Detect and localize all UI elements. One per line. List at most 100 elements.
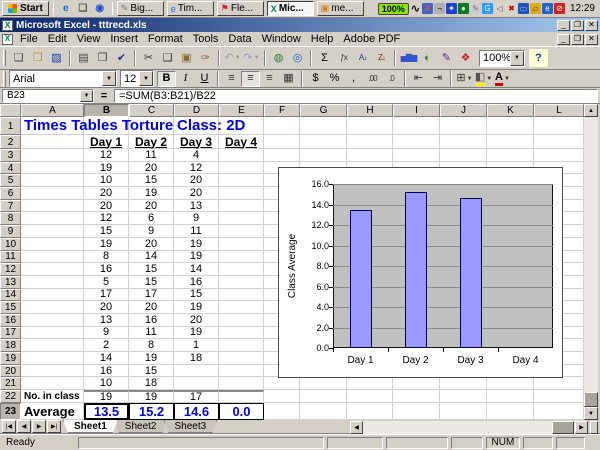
- cell-D21[interactable]: [174, 377, 219, 390]
- row-header-8[interactable]: 8: [0, 212, 21, 225]
- title-bar[interactable]: X Microsoft Excel - tttrecd.xls _❐✕: [0, 18, 600, 32]
- embedded-chart[interactable]: 0.02.04.06.08.010.012.014.016.0Day 1Day …: [278, 167, 563, 378]
- cell-D17[interactable]: 19: [174, 327, 219, 340]
- save-icon[interactable]: ▨: [47, 49, 66, 67]
- cell-A16[interactable]: [21, 314, 84, 327]
- font-name-combo[interactable]: Arial ▼: [9, 70, 117, 87]
- cell-L22[interactable]: [534, 390, 584, 403]
- cell-C4[interactable]: 20: [129, 162, 174, 175]
- cell-C10[interactable]: 20: [129, 238, 174, 251]
- row-header-22[interactable]: 22: [0, 390, 21, 403]
- menu-adobe-pdf[interactable]: Adobe PDF: [338, 33, 405, 45]
- cell-E12[interactable]: [219, 263, 264, 276]
- scroll-left-icon[interactable]: ◀: [350, 421, 363, 434]
- cell-B11[interactable]: 8: [84, 251, 129, 264]
- paste-function-icon[interactable]: ƒx: [334, 49, 353, 67]
- cell-D7[interactable]: 13: [174, 200, 219, 213]
- cell-C14[interactable]: 17: [129, 289, 174, 302]
- cell-A19[interactable]: [21, 352, 84, 365]
- cell-G2[interactable]: [300, 135, 347, 149]
- menu-tools[interactable]: Tools: [188, 33, 224, 45]
- cell-J3[interactable]: [440, 149, 487, 162]
- cell-K22[interactable]: [487, 390, 534, 403]
- column-header-J[interactable]: J: [440, 104, 487, 117]
- cell-H3[interactable]: [347, 149, 393, 162]
- row-header-9[interactable]: 9: [0, 225, 21, 238]
- cell-E23[interactable]: 0.0: [219, 403, 264, 420]
- cell-K23[interactable]: [487, 403, 534, 420]
- cell-L23[interactable]: [534, 403, 584, 420]
- row-header-3[interactable]: 3: [0, 149, 21, 162]
- cell-D20[interactable]: [174, 365, 219, 378]
- horizontal-scrollbar[interactable]: ◀ ▶: [350, 421, 588, 434]
- cell-B17[interactable]: 9: [84, 327, 129, 340]
- chevron-down-icon[interactable]: ▼: [235, 55, 241, 61]
- cell-B13[interactable]: 5: [84, 276, 129, 289]
- column-header-F[interactable]: F: [264, 104, 300, 117]
- cell-J22[interactable]: [440, 390, 487, 403]
- cell-H21[interactable]: [347, 377, 393, 390]
- cell-C13[interactable]: 15: [129, 276, 174, 289]
- cell-D15[interactable]: 19: [174, 301, 219, 314]
- cell-A6[interactable]: [21, 187, 84, 200]
- column-header-E[interactable]: E: [219, 104, 264, 117]
- network-error-icon[interactable]: ✗: [422, 3, 433, 14]
- cell-A21[interactable]: [21, 377, 84, 390]
- cell-D1[interactable]: Class: 2D: [174, 117, 219, 135]
- scroll-down-icon[interactable]: ▼: [584, 407, 598, 420]
- start-button[interactable]: Start: [2, 1, 49, 16]
- minimize-button[interactable]: _: [557, 20, 570, 31]
- internet-explorer-icon[interactable]: e: [58, 1, 74, 16]
- cell-B19[interactable]: 14: [84, 352, 129, 365]
- cell-G3[interactable]: [300, 149, 347, 162]
- menu-file[interactable]: File: [15, 33, 43, 45]
- cell-K2[interactable]: [487, 135, 534, 149]
- align-center-icon[interactable]: ≡: [241, 71, 260, 87]
- chevron-down-icon[interactable]: ▼: [139, 71, 153, 86]
- row-header-13[interactable]: 13: [0, 276, 21, 289]
- menu-window[interactable]: Window: [257, 33, 306, 45]
- print-icon[interactable]: ▤: [74, 49, 93, 67]
- cell-C23[interactable]: 15.2: [129, 403, 174, 420]
- formula-input[interactable]: =SUM(B3:B21)/B22: [114, 89, 598, 103]
- cell-A1[interactable]: Times Tables Torture: [21, 117, 84, 135]
- cell-B12[interactable]: 16: [84, 263, 129, 276]
- cell-H1[interactable]: [347, 117, 393, 135]
- row-header-6[interactable]: 6: [0, 187, 21, 200]
- row-header-5[interactable]: 5: [0, 174, 21, 187]
- increase-decimal-icon[interactable]: .00: [363, 71, 382, 87]
- cell-H2[interactable]: [347, 135, 393, 149]
- cell-I23[interactable]: [393, 403, 440, 420]
- cell-A14[interactable]: [21, 289, 84, 302]
- insert-hyperlink-icon[interactable]: ◍: [269, 49, 288, 67]
- merge-center-icon[interactable]: ▦: [279, 71, 298, 87]
- column-header-G[interactable]: G: [300, 104, 347, 117]
- cell-A3[interactable]: [21, 149, 84, 162]
- row-header-1[interactable]: 1: [0, 117, 21, 135]
- row-header-7[interactable]: 7: [0, 200, 21, 213]
- cell-C21[interactable]: 18: [129, 377, 174, 390]
- cell-B20[interactable]: 16: [84, 365, 129, 378]
- cell-A13[interactable]: [21, 276, 84, 289]
- quicktime-icon[interactable]: G: [482, 3, 493, 14]
- bluetooth-icon[interactable]: ✦: [446, 3, 457, 14]
- cell-F3[interactable]: [264, 149, 300, 162]
- cell-D2[interactable]: Day 3: [174, 135, 219, 149]
- vertical-scroll-thumb[interactable]: [584, 392, 598, 407]
- cell-D9[interactable]: 11: [174, 225, 219, 238]
- cell-K21[interactable]: [487, 377, 534, 390]
- cell-E16[interactable]: [219, 314, 264, 327]
- sheet-tab-sheet2[interactable]: Sheet2: [114, 420, 168, 433]
- toolbar-grip[interactable]: [3, 50, 6, 66]
- chevron-down-icon[interactable]: ▼: [467, 76, 473, 82]
- taskbar-task-button[interactable]: eTim...: [167, 1, 214, 16]
- cell-A8[interactable]: [21, 212, 84, 225]
- cell-H23[interactable]: [347, 403, 393, 420]
- row-header-14[interactable]: 14: [0, 289, 21, 302]
- cell-B15[interactable]: 20: [84, 301, 129, 314]
- cell-D11[interactable]: 19: [174, 251, 219, 264]
- taskbar-task-button[interactable]: ▣me...: [317, 1, 364, 16]
- print-preview-icon[interactable]: ❐: [93, 49, 112, 67]
- zoom-combo[interactable]: 100% ▼: [479, 50, 525, 67]
- cell-J2[interactable]: [440, 135, 487, 149]
